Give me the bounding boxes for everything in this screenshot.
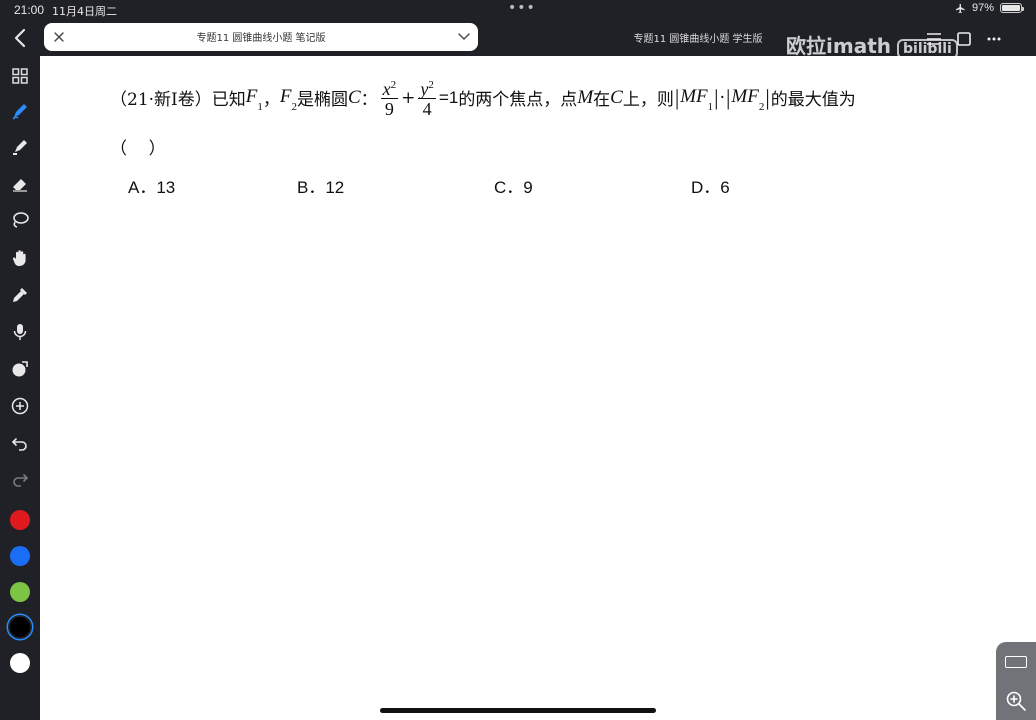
answer-blank: （ ） (110, 139, 166, 159)
tab-student-version[interactable]: 专题11 圆锥曲线小题 学生版 (600, 30, 796, 45)
abs-MF1: MF1 (680, 85, 714, 114)
battery-percent: 97% (971, 2, 994, 14)
pages-icon[interactable] (955, 30, 973, 48)
tab-notes-version[interactable]: 专题11 圆锥曲线小题 笔记版 (44, 23, 478, 51)
ruler-icon[interactable] (1005, 656, 1027, 668)
color-swatch-blue[interactable] (10, 546, 30, 566)
zoom-panel (996, 642, 1036, 720)
grid-icon[interactable] (9, 65, 31, 87)
color-swatch-black[interactable] (10, 617, 30, 637)
eyedropper-icon[interactable] (9, 284, 31, 306)
fraction-x2-9: x2 9 (380, 76, 399, 119)
choice-a: A．13 (128, 178, 176, 197)
chevron-down-icon[interactable] (458, 32, 470, 42)
var-F1: F1 (245, 85, 263, 114)
var-C: C (347, 86, 361, 108)
pen-icon[interactable] (9, 100, 31, 122)
status-date: 11月4日周二 (52, 5, 117, 18)
more-icon[interactable] (985, 30, 1003, 48)
abs-MF2: MF2 (731, 85, 765, 114)
add-icon[interactable] (9, 395, 31, 417)
tool-sidebar (0, 56, 40, 720)
highlighter-icon[interactable] (9, 136, 31, 158)
var-F2: F2 (279, 85, 297, 114)
shape-icon[interactable] (9, 358, 31, 380)
color-swatch-red[interactable] (10, 510, 30, 530)
choice-c: C．9 (494, 178, 533, 197)
document-page[interactable]: （21·新Ⅰ卷） 已知 F1 ， F2 是椭圆 C ： x2 9 + y2 4 … (40, 56, 1036, 720)
hand-icon[interactable] (9, 247, 31, 269)
undo-icon[interactable] (9, 432, 31, 454)
mic-icon[interactable] (9, 321, 31, 343)
question-text: （21·新Ⅰ卷） 已知 F1 ， F2 是椭圆 C ： x2 9 + y2 4 … (110, 76, 856, 119)
status-time: 21:00 (14, 3, 45, 17)
tab-title: 专题11 圆锥曲线小题 笔记版 (196, 33, 326, 44)
airplane-icon (955, 3, 965, 13)
lasso-icon[interactable] (9, 209, 31, 231)
color-swatch-white[interactable] (10, 653, 30, 673)
multitask-dots[interactable]: ••• (508, 0, 536, 16)
var-C-2: C (610, 86, 623, 108)
top-bar: 21:00 11月4日周二 ••• 97% 专题11 圆锥曲线小题 笔记版 专题… (0, 0, 1036, 59)
fraction-y2-4: y2 4 (418, 76, 436, 119)
back-icon[interactable] (10, 26, 32, 50)
watermark-text: 欧拉imath (786, 34, 891, 58)
status-indicators: 97% (955, 2, 1024, 14)
battery-icon (1000, 3, 1024, 13)
var-M: M (577, 86, 594, 108)
choice-b: B．12 (297, 178, 345, 197)
top-right-icons (925, 30, 1003, 48)
zoom-in-icon[interactable] (1005, 690, 1027, 712)
outline-icon[interactable] (925, 30, 943, 48)
color-swatch-green[interactable] (10, 582, 30, 602)
home-indicator[interactable] (380, 708, 656, 713)
choice-d: D．6 (691, 178, 730, 197)
question-source: （21·新Ⅰ卷） (110, 90, 212, 110)
redo-icon[interactable] (9, 468, 31, 490)
eraser-icon[interactable] (9, 173, 31, 195)
